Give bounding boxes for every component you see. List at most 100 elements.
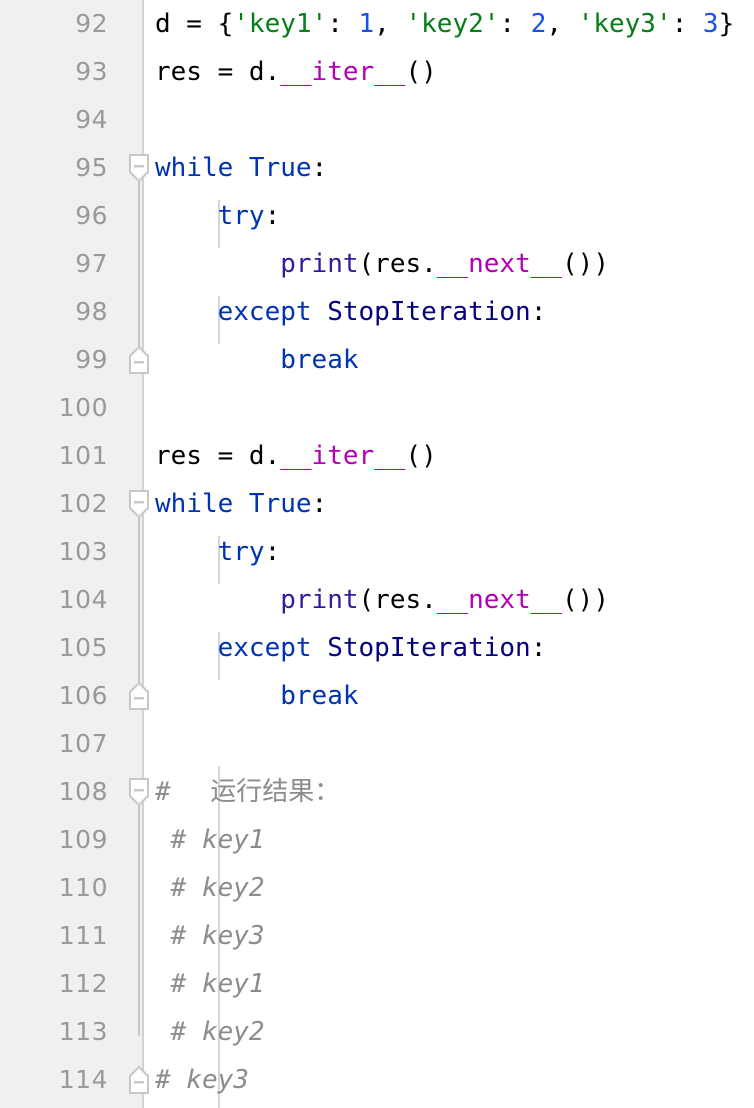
token-pun: : xyxy=(671,9,703,39)
token-pun: , xyxy=(546,9,578,39)
line-number[interactable]: 96 xyxy=(0,192,108,240)
code-editor[interactable]: 92 d = {'key1': 1, 'key2': 2, 'key3': 3} 9… xyxy=(0,0,754,1108)
code-line[interactable]: 101 res = d.__iter__() xyxy=(0,432,754,480)
line-number[interactable]: 94 xyxy=(0,96,108,144)
token-kw: True xyxy=(248,489,312,519)
code-text[interactable]: # key2 xyxy=(155,864,265,912)
line-number[interactable]: 97 xyxy=(0,240,108,288)
line-number[interactable]: 108 xyxy=(0,768,108,816)
fold-collapse-icon[interactable] xyxy=(128,153,150,183)
code-line[interactable]: 102 while True: xyxy=(0,480,754,528)
token-pun: d = xyxy=(155,9,218,39)
code-line[interactable]: 113 # key2 xyxy=(0,1008,754,1056)
fold-end-icon[interactable] xyxy=(128,345,150,375)
line-number[interactable]: 114 xyxy=(0,1056,108,1104)
code-line[interactable]: 111 # key3 xyxy=(0,912,754,960)
token-pun: (res. xyxy=(358,585,437,615)
code-text[interactable]: except StopIteration: xyxy=(155,624,547,672)
token-bex: StopIteration xyxy=(327,297,531,327)
token-pun: () xyxy=(405,57,437,87)
line-number[interactable]: 92 xyxy=(0,0,108,48)
line-number[interactable]: 102 xyxy=(0,480,108,528)
token-kw: while xyxy=(155,489,249,519)
line-number[interactable]: 95 xyxy=(0,144,108,192)
code-line[interactable]: 100 xyxy=(0,384,754,432)
token-pun: : xyxy=(264,537,281,567)
code-line[interactable]: 108 # 运行结果： xyxy=(0,768,754,816)
line-number[interactable]: 105 xyxy=(0,624,108,672)
token-str: 'key2' xyxy=(405,9,500,39)
code-text[interactable]: # key3 xyxy=(155,1056,249,1104)
line-number[interactable]: 107 xyxy=(0,720,108,768)
code-text[interactable]: while True: xyxy=(155,144,327,192)
fold-end-icon[interactable] xyxy=(128,1065,150,1095)
code-line[interactable]: 99 break xyxy=(0,336,754,384)
line-number[interactable]: 103 xyxy=(0,528,108,576)
line-number[interactable]: 99 xyxy=(0,336,108,384)
code-text[interactable]: try: xyxy=(155,192,281,240)
token-cmt: # key2 xyxy=(155,1017,265,1047)
code-text[interactable]: while True: xyxy=(155,480,327,528)
token-pun xyxy=(155,345,280,375)
line-number[interactable]: 93 xyxy=(0,48,108,96)
token-num: 2 xyxy=(530,9,547,39)
token-mgc: __next__ xyxy=(436,585,563,615)
token-pun xyxy=(155,681,280,711)
fold-end-icon[interactable] xyxy=(128,681,150,711)
code-line[interactable]: 110 # key2 xyxy=(0,864,754,912)
fold-collapse-icon[interactable] xyxy=(128,489,150,519)
code-text[interactable]: print(res.__next__()) xyxy=(155,576,609,624)
token-pun: : xyxy=(311,153,328,183)
token-bfn: print xyxy=(280,585,359,615)
code-line[interactable]: 107 xyxy=(0,720,754,768)
line-number[interactable]: 101 xyxy=(0,432,108,480)
code-line[interactable]: 103 try: xyxy=(0,528,754,576)
code-text[interactable]: d = {'key1': 1, 'key2': 2, 'key3': 3} xyxy=(155,0,734,48)
code-text[interactable]: # 运行结果： xyxy=(155,768,340,816)
line-number[interactable]: 113 xyxy=(0,1008,108,1056)
token-str: 'key3' xyxy=(577,9,672,39)
code-line[interactable]: 109 # key1 xyxy=(0,816,754,864)
code-line[interactable]: 104 print(res.__next__()) xyxy=(0,576,754,624)
code-text[interactable]: # key3 xyxy=(155,912,265,960)
code-line[interactable]: 93 res = d.__iter__() xyxy=(0,48,754,96)
code-line[interactable]: 112 # key1 xyxy=(0,960,754,1008)
code-text[interactable]: res = d.__iter__() xyxy=(155,48,437,96)
token-kw: True xyxy=(248,153,312,183)
code-text[interactable]: # key2 xyxy=(155,1008,265,1056)
code-text[interactable]: except StopIteration: xyxy=(155,288,547,336)
code-line[interactable]: 105 except StopIteration: xyxy=(0,624,754,672)
token-pun: : xyxy=(327,9,359,39)
token-pun xyxy=(155,633,218,663)
code-line[interactable]: 97 print(res.__next__()) xyxy=(0,240,754,288)
token-pun: : xyxy=(530,297,547,327)
code-text[interactable]: break xyxy=(155,336,358,384)
line-number[interactable]: 110 xyxy=(0,864,108,912)
token-str: 'key1' xyxy=(233,9,328,39)
code-text[interactable]: # key1 xyxy=(155,816,265,864)
code-line[interactable]: 92 d = {'key1': 1, 'key2': 2, 'key3': 3} xyxy=(0,0,754,48)
code-line[interactable]: 96 try: xyxy=(0,192,754,240)
code-line[interactable]: 94 xyxy=(0,96,754,144)
token-pun: res = d. xyxy=(155,441,281,471)
token-kw: break xyxy=(280,681,359,711)
code-text[interactable]: print(res.__next__()) xyxy=(155,240,609,288)
code-text[interactable]: # key1 xyxy=(155,960,265,1008)
token-cmt: # key1 xyxy=(155,825,265,855)
line-number[interactable]: 112 xyxy=(0,960,108,1008)
line-number[interactable]: 100 xyxy=(0,384,108,432)
code-text[interactable]: res = d.__iter__() xyxy=(155,432,437,480)
code-line[interactable]: 106 break xyxy=(0,672,754,720)
code-line[interactable]: 98 except StopIteration: xyxy=(0,288,754,336)
line-number[interactable]: 98 xyxy=(0,288,108,336)
line-number[interactable]: 106 xyxy=(0,672,108,720)
line-number[interactable]: 104 xyxy=(0,576,108,624)
code-text[interactable]: break xyxy=(155,672,359,720)
code-line[interactable]: 95 while True: xyxy=(0,144,754,192)
code-line[interactable]: 114 # key3 xyxy=(0,1056,754,1104)
code-text[interactable]: try: xyxy=(155,528,281,576)
line-number[interactable]: 109 xyxy=(0,816,108,864)
token-cmt: # key3 xyxy=(155,1065,249,1095)
fold-collapse-icon[interactable] xyxy=(128,777,150,807)
line-number[interactable]: 111 xyxy=(0,912,108,960)
